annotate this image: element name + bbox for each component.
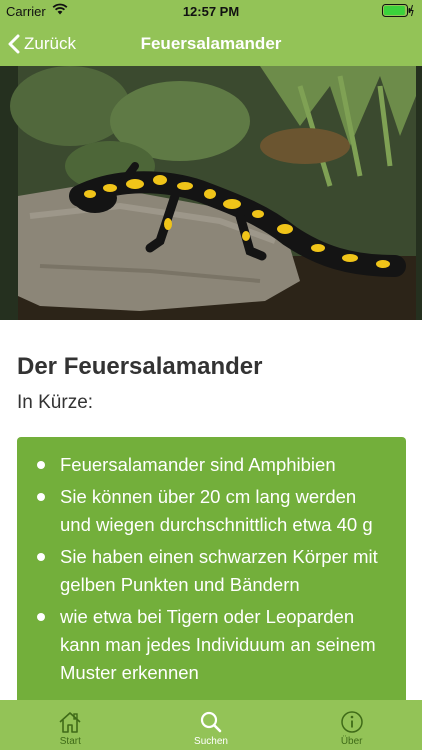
info-icon [340,711,363,733]
tab-search[interactable]: Suchen [141,700,282,750]
status-bar: Carrier 12:57 PM [0,0,422,22]
status-time: 12:57 PM [182,4,240,19]
tab-label: Start [59,736,81,747]
fact-item: wie etwa bei Tigern oder Leoparden kann … [33,603,390,687]
article-heading: Der Feuersalamander [17,353,263,380]
fact-item: Feuersalamander sind Amphibien [33,451,390,479]
battery-icon [382,4,414,17]
facts-list: Feuersalamander sind Amphibien Sie könne… [33,451,390,687]
article-subheading: In Kürze: [17,392,94,413]
home-icon [59,712,81,733]
tab-label: Suchen [194,736,228,747]
tab-start[interactable]: Start [0,700,141,750]
fact-item: Sie haben einen schwarzen Körper mit gel… [33,543,390,599]
article-content[interactable]: Der Feuersalamander In Kürze: Feuersalam… [0,320,422,700]
fact-item: Sie können über 20 cm lang werden und wi… [33,483,390,539]
tab-about[interactable]: Über [281,700,422,750]
search-icon [200,711,222,733]
facts-card: Feuersalamander sind Amphibien Sie könne… [17,437,406,700]
tab-label: Über [340,736,363,747]
navigation-bar: Zurück Feuersalamander [0,22,422,66]
page-title: Feuersalamander [140,34,282,53]
hero-image [0,66,422,320]
tab-bar: Start Suchen Über [0,700,422,750]
